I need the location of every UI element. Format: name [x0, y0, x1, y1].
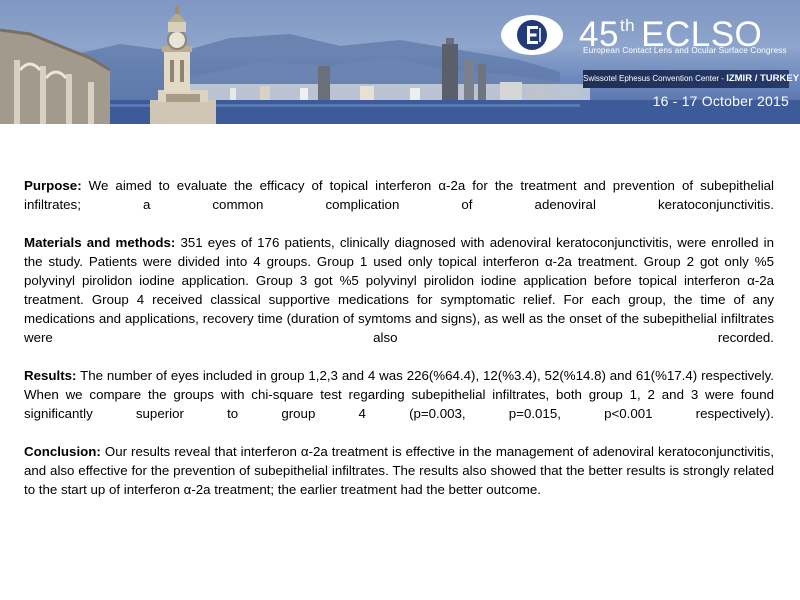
venue-band: Swissotel Ephesus Convention Center - IZ… — [583, 70, 799, 88]
methods-label: Materials and methods: — [24, 235, 176, 250]
conclusion-text: Our results reveal that interferon α-2a … — [24, 444, 774, 497]
ordinal-suffix: th — [619, 16, 636, 35]
purpose-text: We aimed to evaluate the efficacy of top… — [24, 178, 774, 212]
results-paragraph: Results: The number of eyes included in … — [24, 366, 774, 423]
eclso-logo-icon — [501, 15, 563, 55]
congress-subtitle: European Contact Lens and Ocular Surface… — [583, 45, 787, 55]
conclusion-label: Conclusion: — [24, 444, 101, 459]
congress-dates: 16 - 17 October 2015 — [652, 93, 789, 109]
results-text: The number of eyes included in group 1,2… — [24, 368, 774, 421]
results-label: Results: — [24, 368, 77, 383]
conclusion-paragraph: Conclusion: Our results reveal that inte… — [24, 442, 774, 499]
methods-text: 351 eyes of 176 patients, clinically dia… — [24, 235, 775, 345]
congress-banner: 45th ECLSO European Contact Lens and Ocul… — [0, 0, 800, 124]
purpose-paragraph: Purpose: We aimed to evaluate the effica… — [24, 176, 774, 214]
abstract-body: Purpose: We aimed to evaluate the effica… — [24, 176, 774, 518]
purpose-label: Purpose: — [24, 178, 82, 193]
venue-name: Swissotel Ephesus Convention Center - — [583, 74, 724, 83]
methods-paragraph: Materials and methods: 351 eyes of 176 p… — [24, 233, 774, 347]
venue-city: IZMIR / TURKEY — [726, 73, 800, 84]
